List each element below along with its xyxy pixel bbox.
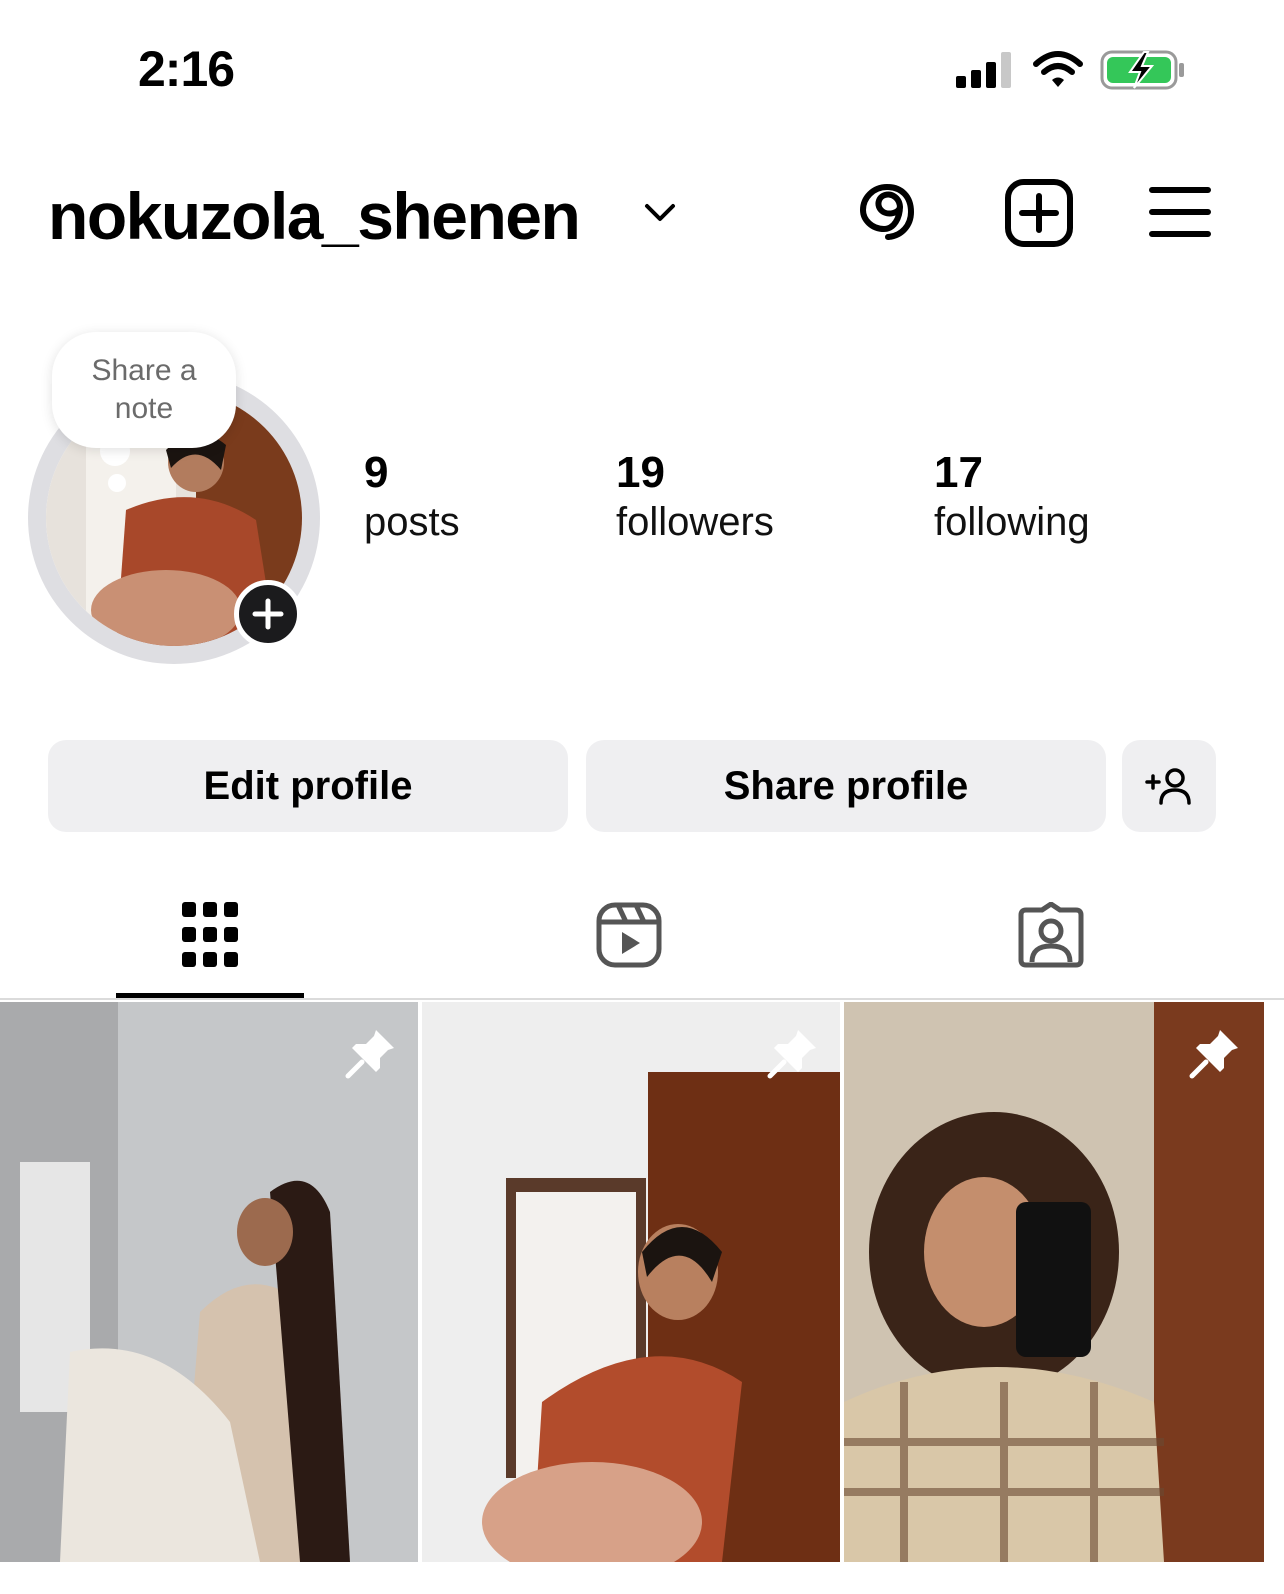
add-story-button[interactable] — [234, 580, 302, 648]
post-photo — [422, 1002, 840, 1562]
stat-posts[interactable]: 9 posts — [364, 448, 460, 545]
plus-icon — [252, 598, 284, 630]
pin-icon — [1189, 1030, 1238, 1079]
edit-profile-button[interactable]: Edit profile — [48, 740, 568, 832]
posts-label: posts — [364, 500, 460, 544]
tab-tagged[interactable] — [956, 880, 1144, 998]
status-time: 2:16 — [138, 41, 235, 97]
stat-followers[interactable]: 19 followers — [616, 448, 774, 545]
threads-icon[interactable] — [856, 180, 920, 244]
pin-icon — [767, 1030, 816, 1079]
tab-divider — [0, 998, 1284, 1000]
create-post-icon[interactable] — [1004, 178, 1074, 248]
posts-count: 9 — [364, 448, 389, 497]
signal-icon — [956, 52, 1011, 88]
post-tile[interactable] — [422, 1002, 840, 1562]
wifi-icon — [1033, 51, 1083, 87]
reels-icon — [596, 902, 662, 968]
menu-icon[interactable] — [1148, 184, 1212, 240]
add-person-icon — [1145, 768, 1191, 805]
pin-icon — [345, 1030, 394, 1079]
followers-count: 19 — [616, 448, 665, 497]
note-text-line2: note — [114, 392, 174, 425]
chevron-down-icon[interactable] — [642, 198, 678, 226]
tab-grid[interactable] — [116, 880, 304, 998]
note-text-line1: Share a — [91, 354, 197, 387]
post-tile[interactable] — [0, 1002, 418, 1562]
following-count: 17 — [934, 448, 983, 497]
tagged-icon — [1018, 902, 1084, 968]
tab-reels[interactable] — [534, 880, 722, 998]
post-photo — [844, 1002, 1264, 1562]
username-title[interactable]: nokuzola_shenen — [48, 178, 581, 254]
post-photo — [0, 1002, 418, 1562]
stat-following[interactable]: 17 following — [934, 448, 1090, 545]
share-profile-button[interactable]: Share profile — [586, 740, 1106, 832]
battery-charging-icon — [1100, 50, 1184, 90]
share-note-bubble[interactable]: Share a note — [52, 332, 236, 448]
post-tile[interactable] — [844, 1002, 1264, 1562]
following-label: following — [934, 500, 1090, 544]
grid-icon — [182, 902, 238, 967]
discover-people-button[interactable] — [1122, 740, 1216, 832]
note-bubble-dot — [108, 474, 126, 492]
followers-label: followers — [616, 500, 774, 544]
